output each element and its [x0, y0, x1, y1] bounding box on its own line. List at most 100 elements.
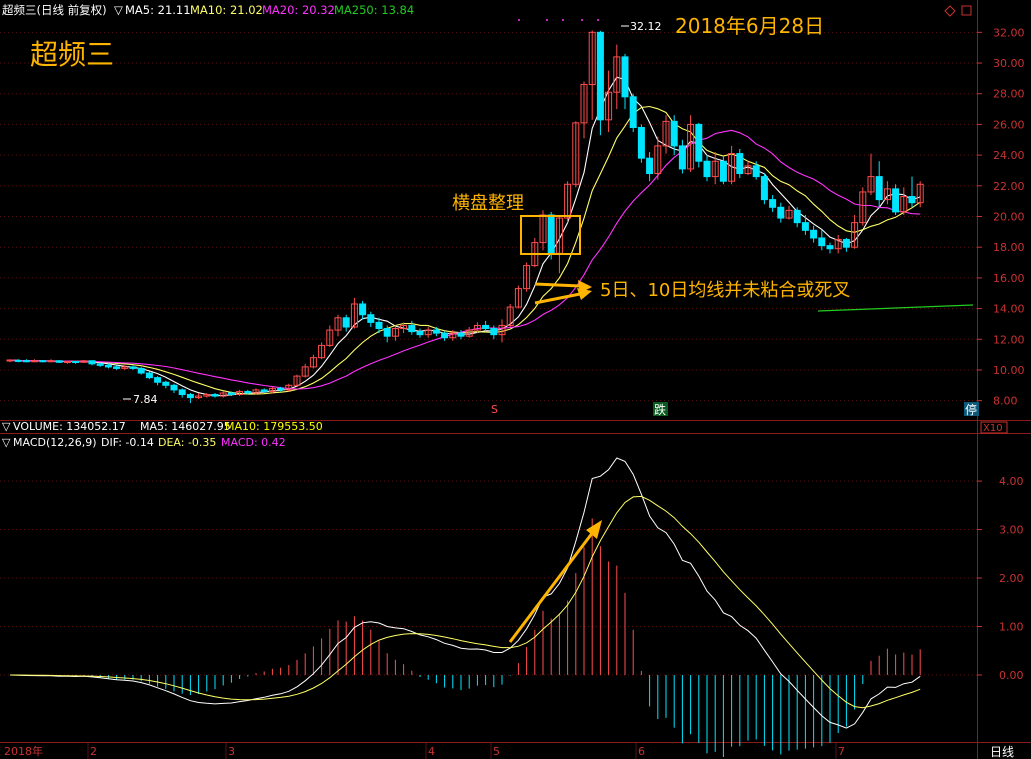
candle-down	[760, 176, 768, 201]
candle-down	[842, 239, 850, 248]
price-tick-label: 22.00	[993, 180, 1025, 193]
candle-down	[818, 237, 826, 247]
macd-expand-icon[interactable]: ▽	[2, 436, 11, 449]
candle-down	[55, 360, 63, 363]
candle-down	[769, 199, 777, 208]
candle-up	[6, 359, 14, 362]
price-tick-label: 8.00	[993, 395, 1018, 408]
macd-macd-value: MACD: 0.42	[221, 436, 286, 449]
candle-down	[621, 56, 629, 98]
candle-down	[408, 324, 416, 333]
candle-down	[490, 328, 498, 336]
candle-down	[367, 314, 375, 323]
signal-marker-die[interactable]: 跌	[654, 402, 666, 417]
candle-down	[441, 332, 449, 339]
candle-down	[72, 361, 80, 364]
candle-down	[457, 332, 465, 337]
candle-down	[88, 360, 96, 365]
candle-down	[801, 222, 809, 231]
candle-down	[908, 196, 916, 204]
candle-down	[637, 126, 645, 159]
candle-down	[129, 366, 137, 369]
ma20-value: MA20: 20.32	[262, 3, 335, 17]
candle-down	[703, 160, 711, 178]
ma-expand-icon[interactable]: ▽	[114, 3, 123, 17]
price-tick-label: 30.00	[993, 57, 1025, 70]
price-tick-label: 24.00	[993, 149, 1025, 162]
candle-down	[137, 367, 145, 374]
stock-chart-canvas[interactable]: 32.0030.0028.0026.0024.0022.0020.0018.00…	[0, 0, 1031, 759]
macd-tick-label: 3.00	[999, 524, 1024, 537]
price-tick-label: 32.00	[993, 26, 1025, 39]
candle-down	[826, 245, 834, 250]
candle-up	[31, 360, 39, 363]
macd-tick-label: 2.00	[999, 572, 1024, 585]
month-label: 6	[638, 745, 645, 758]
candle-down	[719, 160, 727, 182]
candle-down	[670, 120, 678, 147]
month-label: 7	[838, 745, 845, 758]
candle-down	[162, 381, 170, 386]
date-annotation: 2018年6月28日	[675, 14, 824, 38]
month-label: 3	[228, 745, 235, 758]
macd-tick-label: 1.00	[999, 621, 1024, 634]
stock-name-label: 超频三	[30, 38, 114, 71]
price-tick-label: 10.00	[993, 364, 1025, 377]
price-tick-label: 20.00	[993, 211, 1025, 224]
macd-tick-label: 0.00	[999, 669, 1024, 682]
candle-down	[482, 324, 490, 330]
consolidation-label: 横盘整理	[452, 193, 524, 214]
signal-marker-ting[interactable]: 停	[965, 402, 977, 417]
candle-down	[96, 363, 104, 366]
candle-down	[145, 372, 153, 379]
candle-down	[793, 209, 801, 224]
candle-down	[646, 157, 654, 175]
price-tick-label: 12.00	[993, 333, 1025, 346]
period-button[interactable]: 日线	[990, 745, 1014, 759]
volume-ma10-value: MA10: 179553.50	[225, 420, 323, 433]
candle-down	[227, 392, 235, 396]
candle-down	[416, 331, 424, 336]
candle-down	[178, 389, 186, 396]
macd-tick-label: 4.00	[999, 475, 1024, 488]
candle-down	[596, 31, 604, 121]
volume-scale-label: X10	[983, 423, 1003, 434]
candle-up	[47, 360, 55, 363]
candle-down	[375, 321, 383, 330]
candle-down	[14, 359, 22, 362]
macd-name: MACD(12,26,9)	[13, 436, 97, 449]
candle-down	[678, 145, 686, 170]
candle-down	[170, 384, 178, 391]
candle-down	[547, 214, 555, 254]
candle-down	[186, 394, 194, 399]
ma-note-label: 5日、10日均线并未粘合或死叉	[600, 280, 850, 301]
ma5-value: MA5: 21.11	[125, 3, 191, 17]
price-tick-label: 26.00	[993, 118, 1025, 131]
macd-dea-value: DEA: -0.35	[158, 436, 216, 449]
chart-title: 超频三(日线 前复权)	[2, 3, 107, 17]
candle-down	[875, 176, 883, 201]
candle-down	[113, 366, 121, 369]
candle-down	[777, 206, 785, 219]
candle-down	[260, 389, 268, 392]
candle-down	[892, 188, 900, 213]
month-label: 4	[428, 745, 435, 758]
volume-expand-icon[interactable]: ▽	[2, 420, 11, 433]
volume-value: VOLUME: 134052.17	[13, 420, 126, 433]
high-price-label: 32.12	[630, 20, 662, 33]
ma250-value: MA250: 13.84	[334, 3, 414, 17]
month-label: 5	[493, 745, 500, 758]
candle-down	[432, 329, 440, 334]
candle-down	[629, 96, 637, 128]
candle-down	[695, 123, 703, 162]
signal-marker-s[interactable]: S	[491, 403, 498, 416]
volume-ma5-value: MA5: 146027.95	[140, 420, 231, 433]
candle-down	[810, 229, 818, 239]
candle-down	[736, 153, 744, 175]
candle-down	[244, 390, 252, 394]
candle-down	[104, 364, 112, 368]
macd-dif-value: DIF: -0.14	[101, 436, 154, 449]
year-label: 2018年	[4, 744, 43, 758]
price-tick-label: 28.00	[993, 88, 1025, 101]
candle-down	[22, 360, 30, 363]
